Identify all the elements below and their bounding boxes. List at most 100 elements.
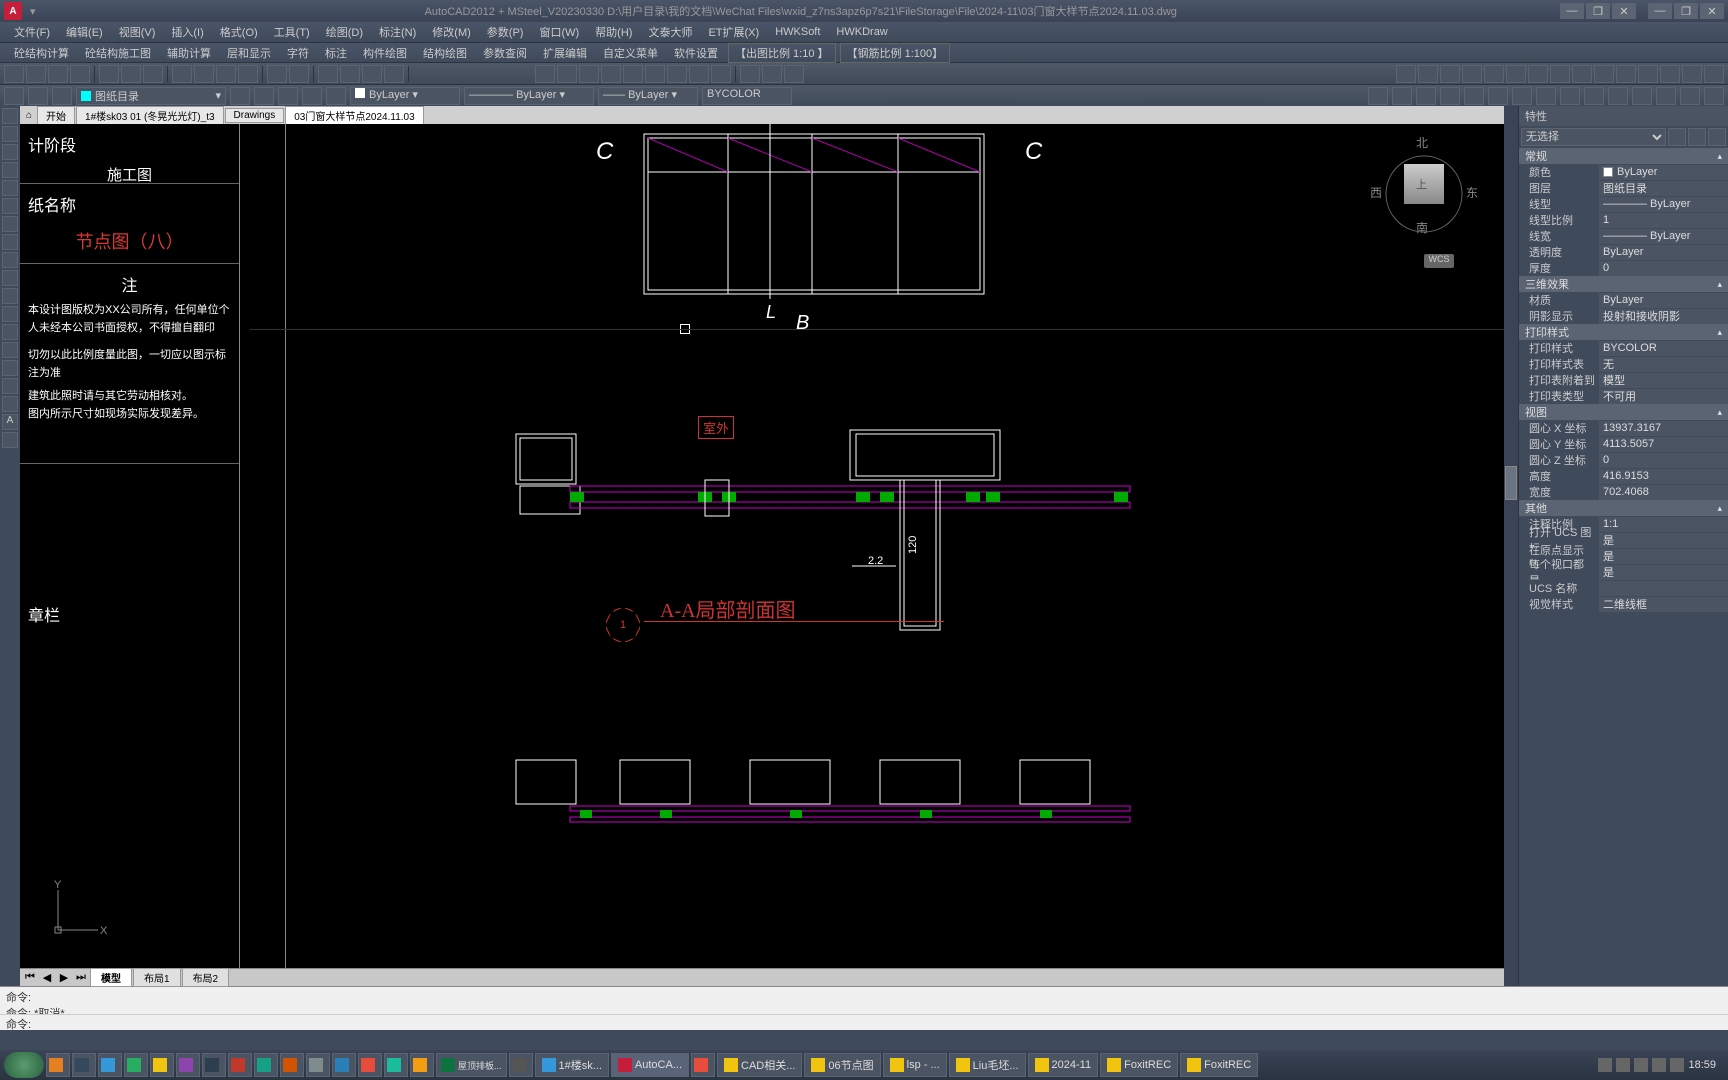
tb-h[interactable] [689, 65, 709, 83]
undo-icon[interactable] [267, 65, 287, 83]
addsel-icon[interactable] [2, 432, 18, 448]
vertical-scrollbar[interactable] [1504, 106, 1518, 986]
maximize2-button[interactable]: ❐ [1674, 3, 1698, 19]
preview-icon[interactable] [121, 65, 141, 83]
layout-first-icon[interactable]: ⏮ [22, 971, 38, 984]
mtext-icon[interactable]: A [2, 414, 18, 430]
lineweight-dropdown[interactable]: —— ByLayer ▾ [598, 87, 698, 105]
prop-plotattach-value[interactable]: 模型 [1599, 373, 1728, 388]
prop-height-value[interactable]: 416.9153 [1599, 469, 1728, 484]
point-icon[interactable] [2, 324, 18, 340]
drawing-canvas[interactable]: 计阶段 施工图 纸名称 节点图（八） 注 本设计图版权为XX公司所有，任何单位个… [20, 124, 1504, 968]
tray-flag-icon[interactable] [1670, 1058, 1684, 1072]
menu-edit[interactable]: 编辑(E) [60, 24, 109, 40]
pinned-app-3[interactable] [98, 1053, 122, 1077]
start-button[interactable] [4, 1052, 44, 1078]
selection-dropdown[interactable]: 无选择 [1521, 128, 1666, 146]
linetype-dropdown[interactable]: ———— ByLayer ▾ [464, 87, 594, 105]
tb-b[interactable] [557, 65, 577, 83]
minimize2-button[interactable]: — [1648, 3, 1672, 19]
zoom-icon[interactable] [340, 65, 360, 83]
prop-color-value[interactable]: ByLayer [1599, 165, 1728, 180]
task-item-6[interactable]: Liu毛坯... [949, 1053, 1026, 1077]
prop-plottable-value[interactable]: 无 [1599, 357, 1728, 372]
tb2-a[interactable] [254, 87, 274, 105]
stretch-icon[interactable] [1572, 65, 1592, 83]
m2-9[interactable]: 参数查阅 [477, 45, 533, 61]
tb2-c[interactable] [302, 87, 322, 105]
osnap-non-icon[interactable] [1680, 87, 1700, 105]
prop-ucsvp-value[interactable]: 是 [1599, 565, 1728, 580]
prop-annoscale-value[interactable]: 1:1 [1599, 517, 1728, 532]
pline-icon[interactable] [2, 144, 18, 160]
chamfer-icon[interactable] [1682, 65, 1702, 83]
plot-icon[interactable] [99, 65, 119, 83]
prop-cz-value[interactable]: 0 [1599, 453, 1728, 468]
rebar-scale[interactable]: 【钢筋比例 1:100】 [840, 43, 951, 63]
mirror-icon[interactable] [1440, 65, 1460, 83]
move-icon[interactable] [1506, 65, 1526, 83]
task-item-3[interactable]: CAD相关... [717, 1053, 802, 1077]
plotstyle-dropdown[interactable]: BYCOLOR [702, 87, 792, 105]
close-button[interactable]: ✕ [1612, 3, 1636, 19]
osnap-set-icon[interactable] [1704, 87, 1724, 105]
menu-view[interactable]: 视图(V) [113, 24, 162, 40]
scrollbar-thumb[interactable] [1505, 466, 1517, 500]
menu-parametric[interactable]: 参数(P) [481, 24, 530, 40]
m2-8[interactable]: 结构绘图 [417, 45, 473, 61]
pinned-app-15[interactable] [410, 1053, 434, 1077]
prop-ucsorigin-value[interactable]: 是 [1599, 549, 1728, 564]
pinned-app-10[interactable] [280, 1053, 304, 1077]
pinned-app-1[interactable] [46, 1053, 70, 1077]
pinned-app-7[interactable] [202, 1053, 226, 1077]
break-icon[interactable] [1638, 65, 1658, 83]
zoomprev-icon[interactable] [384, 65, 404, 83]
saveas-icon[interactable] [70, 65, 90, 83]
pinned-app-6[interactable] [176, 1053, 200, 1077]
task-item-0[interactable]: 1#楼sk... [535, 1053, 609, 1077]
save-icon[interactable] [48, 65, 68, 83]
osnap-end-icon[interactable] [1368, 87, 1388, 105]
system-tray[interactable]: 18:59 [1598, 1058, 1724, 1072]
m2-12[interactable]: 软件设置 [668, 45, 724, 61]
tb-k[interactable] [762, 65, 782, 83]
tray-clock[interactable]: 18:59 [1688, 1059, 1716, 1071]
polygon-icon[interactable] [2, 162, 18, 178]
erase-icon[interactable] [1396, 65, 1416, 83]
menu-draw[interactable]: 绘图(D) [320, 24, 369, 40]
osnap-nea-icon[interactable] [1512, 87, 1532, 105]
tb2-b[interactable] [278, 87, 298, 105]
m2-7[interactable]: 构件绘图 [357, 45, 413, 61]
pinned-excel[interactable]: 屋顶排板... [436, 1053, 507, 1077]
wcs-badge[interactable]: WCS [1424, 254, 1454, 268]
m2-3[interactable]: 辅助计算 [161, 45, 217, 61]
osnap-ins-icon[interactable] [1584, 87, 1604, 105]
menu-dimension[interactable]: 标注(N) [373, 24, 422, 40]
layout-tab-1[interactable]: 布局1 [133, 968, 181, 987]
menu-tools[interactable]: 工具(T) [268, 24, 316, 40]
section-3d[interactable]: 三维效果▴ [1519, 276, 1728, 292]
trim-icon[interactable] [1594, 65, 1614, 83]
prop-plottype-value[interactable]: 不可用 [1599, 389, 1728, 404]
copyobj-icon[interactable] [1418, 65, 1438, 83]
m2-5[interactable]: 字符 [281, 45, 315, 61]
pinned-app-14[interactable] [384, 1053, 408, 1077]
viewcube[interactable]: 北 南 东 西 上 [1374, 134, 1474, 254]
prop-shadow-value[interactable]: 投射和接收阴影 [1599, 309, 1728, 324]
menu-wentai[interactable]: 文泰大师 [642, 24, 698, 40]
task-item-1[interactable]: AutoCA... [611, 1053, 689, 1077]
menu-hwksoft[interactable]: HWKSoft [769, 26, 826, 38]
prop-ucsicon-value[interactable]: 是 [1599, 533, 1728, 548]
command-line[interactable]: 命令: 命令: *取消* 命令: [0, 986, 1728, 1030]
doc-tab-1[interactable]: 1#楼sk03 01 (冬晃光光灯)_t3 [76, 106, 224, 125]
insert-icon[interactable] [2, 288, 18, 304]
tb-g[interactable] [667, 65, 687, 83]
tb-c[interactable] [579, 65, 599, 83]
close2-button[interactable]: ✕ [1700, 3, 1724, 19]
layer-state-icon[interactable] [28, 87, 48, 105]
prop-layer-value[interactable]: 图纸目录 [1599, 181, 1728, 196]
osnap-nod-icon[interactable] [1536, 87, 1556, 105]
layer-mgr-icon[interactable] [4, 87, 24, 105]
pinned-app-8[interactable] [228, 1053, 252, 1077]
tb2-d[interactable] [326, 87, 346, 105]
